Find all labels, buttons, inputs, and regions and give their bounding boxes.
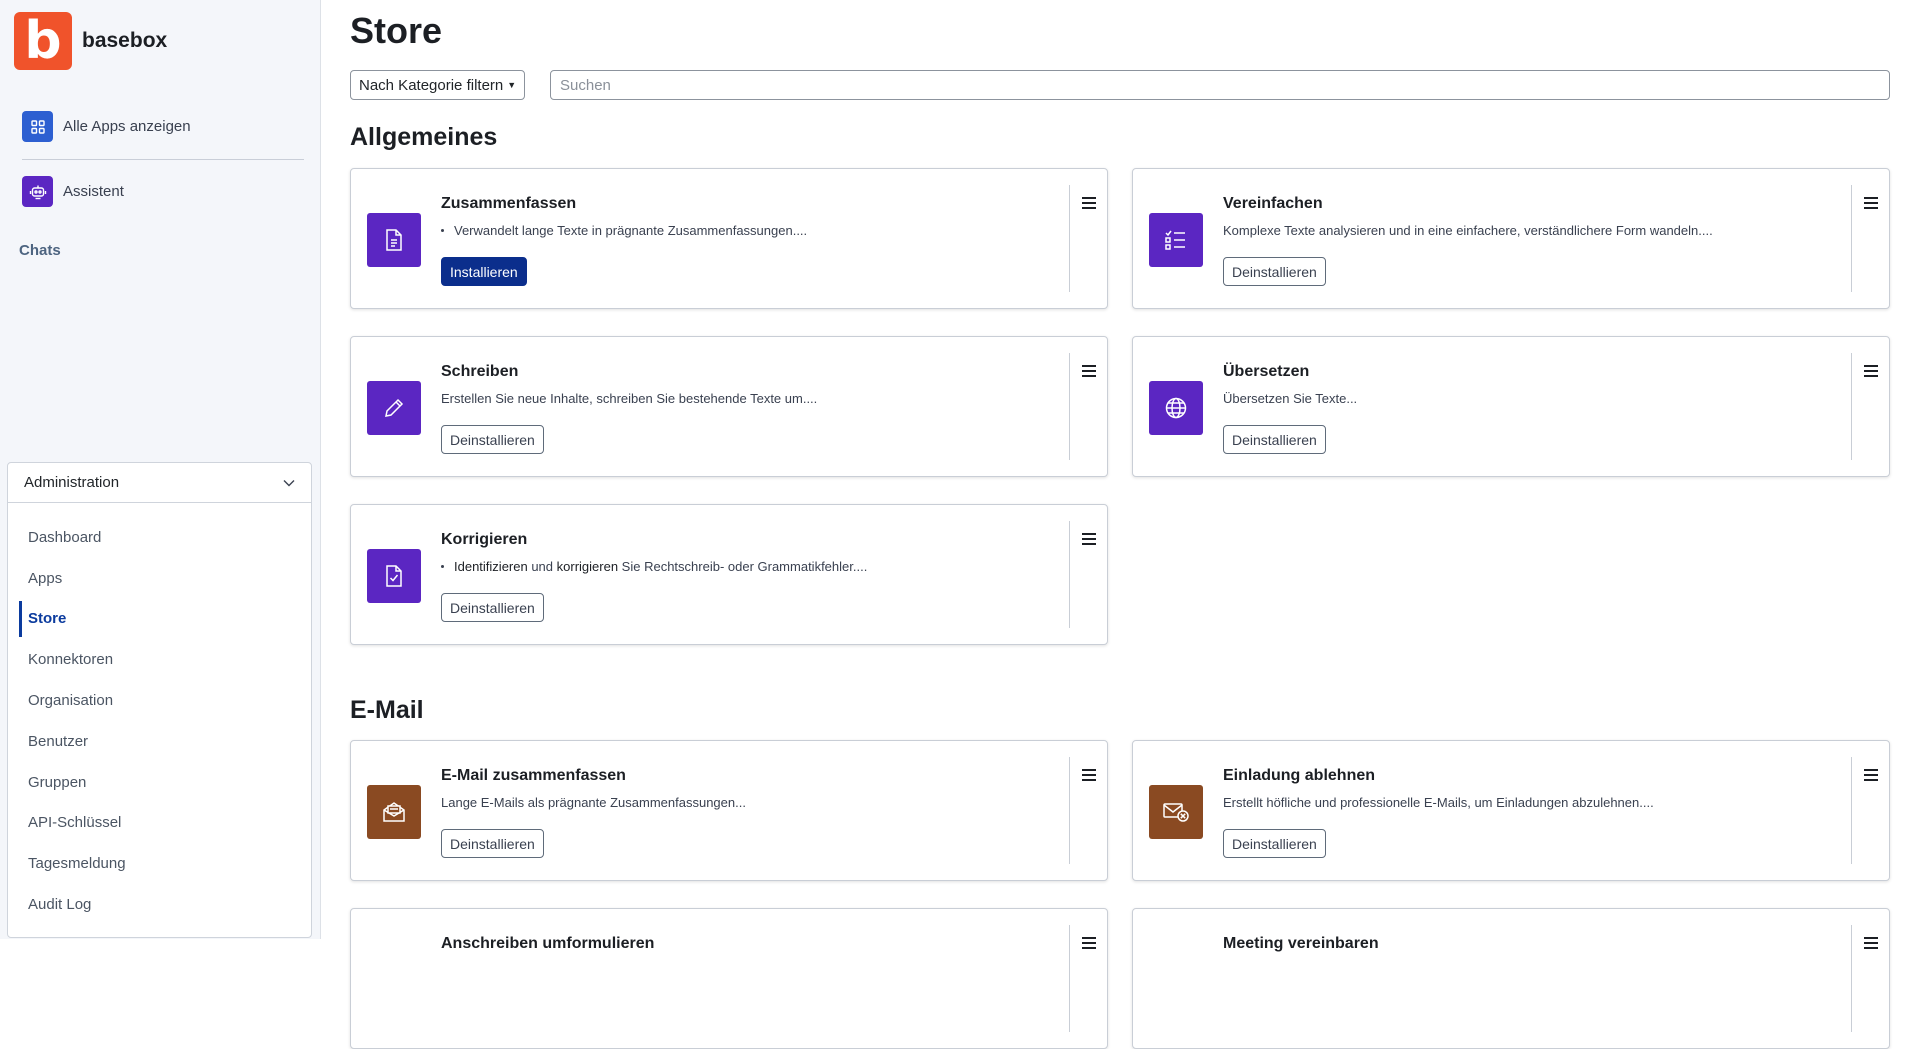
section-title-email: E-Mail [350, 696, 424, 724]
all-apps-link[interactable]: Alle Apps anzeigen [22, 111, 191, 142]
hamburger-menu-icon[interactable] [1082, 365, 1096, 377]
category-filter-button[interactable]: Nach Kategorie filtern ▼ [350, 70, 526, 100]
card-description: Identifizieren und korrigieren Sie Recht… [441, 559, 867, 574]
card-description: Erstellt höfliche und professionelle E-M… [1223, 795, 1654, 810]
hamburger-menu-icon[interactable] [1082, 197, 1096, 209]
bullet-icon [441, 228, 444, 232]
assistant-label: Assistent [63, 183, 124, 200]
app-card-korrigieren: Korrigieren Identifizieren und korrigier… [350, 504, 1108, 645]
hamburger-menu-icon[interactable] [1864, 197, 1878, 209]
admin-item-benutzer[interactable]: Benutzer [8, 721, 311, 762]
pencil-icon [367, 381, 421, 435]
hamburger-menu-icon[interactable] [1082, 533, 1096, 545]
admin-item-apps[interactable]: Apps [8, 558, 311, 599]
app-card-anschreiben-umformulieren: Anschreiben umformulieren [350, 908, 1108, 1049]
app-card-meeting-vereinbaren: Meeting vereinbaren [1132, 908, 1890, 1049]
chats-heading: Chats [19, 242, 61, 259]
card-divider [1069, 757, 1070, 864]
caret-down-icon: ▼ [507, 80, 517, 90]
mail-x-icon [1149, 785, 1203, 839]
uninstall-button[interactable]: Deinstallieren [441, 829, 544, 858]
card-description: Komplexe Texte analysieren und in eine e… [1223, 223, 1713, 238]
card-title: Schreiben [441, 363, 519, 380]
hamburger-menu-icon[interactable] [1864, 769, 1878, 781]
card-title: Meeting vereinbaren [1223, 935, 1379, 952]
app-card-zusammenfassen: Zusammenfassen Verwandelt lange Texte in… [350, 168, 1108, 309]
card-divider [1851, 185, 1852, 292]
file-check-icon [367, 549, 421, 603]
search-input[interactable] [550, 70, 1890, 100]
admin-item-gruppen[interactable]: Gruppen [8, 762, 311, 803]
card-title: Korrigieren [441, 531, 528, 548]
brand-name: basebox [82, 29, 168, 52]
card-divider [1069, 925, 1070, 1032]
card-divider [1069, 185, 1070, 292]
mail-open-icon [367, 785, 421, 839]
uninstall-button[interactable]: Deinstallieren [1223, 257, 1326, 286]
brand[interactable]: b basebox [14, 12, 167, 70]
hamburger-menu-icon[interactable] [1082, 769, 1096, 781]
admin-item-audit-log[interactable]: Audit Log [8, 884, 311, 925]
hamburger-menu-icon[interactable] [1864, 365, 1878, 377]
admin-item-organisation[interactable]: Organisation [8, 680, 311, 721]
card-title: Übersetzen [1223, 363, 1310, 380]
chevron-down-icon [283, 474, 295, 491]
app-card-uebersetzen: Übersetzen Übersetzen Sie Texte... Deins… [1132, 336, 1890, 477]
admin-nav: Dashboard Apps Store Konnektoren Organis… [8, 503, 311, 925]
grid-icon [22, 111, 53, 142]
sidebar: b basebox Alle Apps anzeigen Assistent C… [0, 0, 321, 939]
uninstall-button[interactable]: Deinstallieren [441, 425, 544, 454]
list-check-icon [1149, 213, 1203, 267]
card-description: Übersetzen Sie Texte... [1223, 391, 1358, 406]
card-title: Anschreiben umformulieren [441, 935, 655, 952]
app-card-einladung-ablehnen: Einladung ablehnen Erstellt höfliche und… [1132, 740, 1890, 881]
admin-item-tagesmeldung[interactable]: Tagesmeldung [8, 843, 311, 884]
globe-icon [1149, 381, 1203, 435]
card-divider [1851, 925, 1852, 1032]
basebox-logo: b [14, 12, 72, 70]
administration-panel: Administration Dashboard Apps Store Konn… [7, 462, 312, 938]
card-description: Verwandelt lange Texte in prägnante Zusa… [441, 223, 807, 238]
section-title-allgemeines: Allgemeines [350, 123, 498, 151]
card-divider [1851, 757, 1852, 864]
install-button[interactable]: Installieren [441, 257, 527, 286]
page-title: Store [350, 10, 443, 51]
administration-dropdown[interactable]: Administration [8, 463, 311, 503]
category-filter-label: Nach Kategorie filtern [359, 76, 504, 94]
main-content: Store Nach Kategorie filtern ▼ Allgemein… [350, 0, 1890, 1049]
card-title: Vereinfachen [1223, 195, 1323, 212]
bullet-icon [441, 564, 444, 568]
all-apps-label: Alle Apps anzeigen [63, 118, 191, 135]
app-card-email-zusammenfassen: E-Mail zusammenfassen Lange E-Mails als … [350, 740, 1108, 881]
card-divider [1851, 353, 1852, 460]
app-card-vereinfachen: Vereinfachen Komplexe Texte analysieren … [1132, 168, 1890, 309]
card-divider [1069, 521, 1070, 628]
uninstall-button[interactable]: Deinstallieren [441, 593, 544, 622]
uninstall-button[interactable]: Deinstallieren [1223, 829, 1326, 858]
sidebar-divider [22, 159, 304, 160]
admin-item-dashboard[interactable]: Dashboard [8, 517, 311, 558]
admin-item-konnektoren[interactable]: Konnektoren [8, 639, 311, 680]
uninstall-button[interactable]: Deinstallieren [1223, 425, 1326, 454]
app-card-schreiben: Schreiben Erstellen Sie neue Inhalte, sc… [350, 336, 1108, 477]
robot-icon [22, 176, 53, 207]
administration-label: Administration [24, 474, 120, 491]
admin-item-store[interactable]: Store [8, 599, 311, 640]
card-description: Lange E-Mails als prägnante Zusammenfass… [441, 795, 746, 810]
card-divider [1069, 353, 1070, 460]
document-icon [367, 213, 421, 267]
admin-item-api-keys[interactable]: API-Schlüssel [8, 803, 311, 844]
assistant-link[interactable]: Assistent [22, 176, 124, 207]
card-title: Zusammenfassen [441, 195, 577, 212]
card-title: Einladung ablehnen [1223, 767, 1376, 784]
card-description: Erstellen Sie neue Inhalte, schreiben Si… [441, 391, 818, 406]
card-title: E-Mail zusammenfassen [441, 767, 626, 784]
